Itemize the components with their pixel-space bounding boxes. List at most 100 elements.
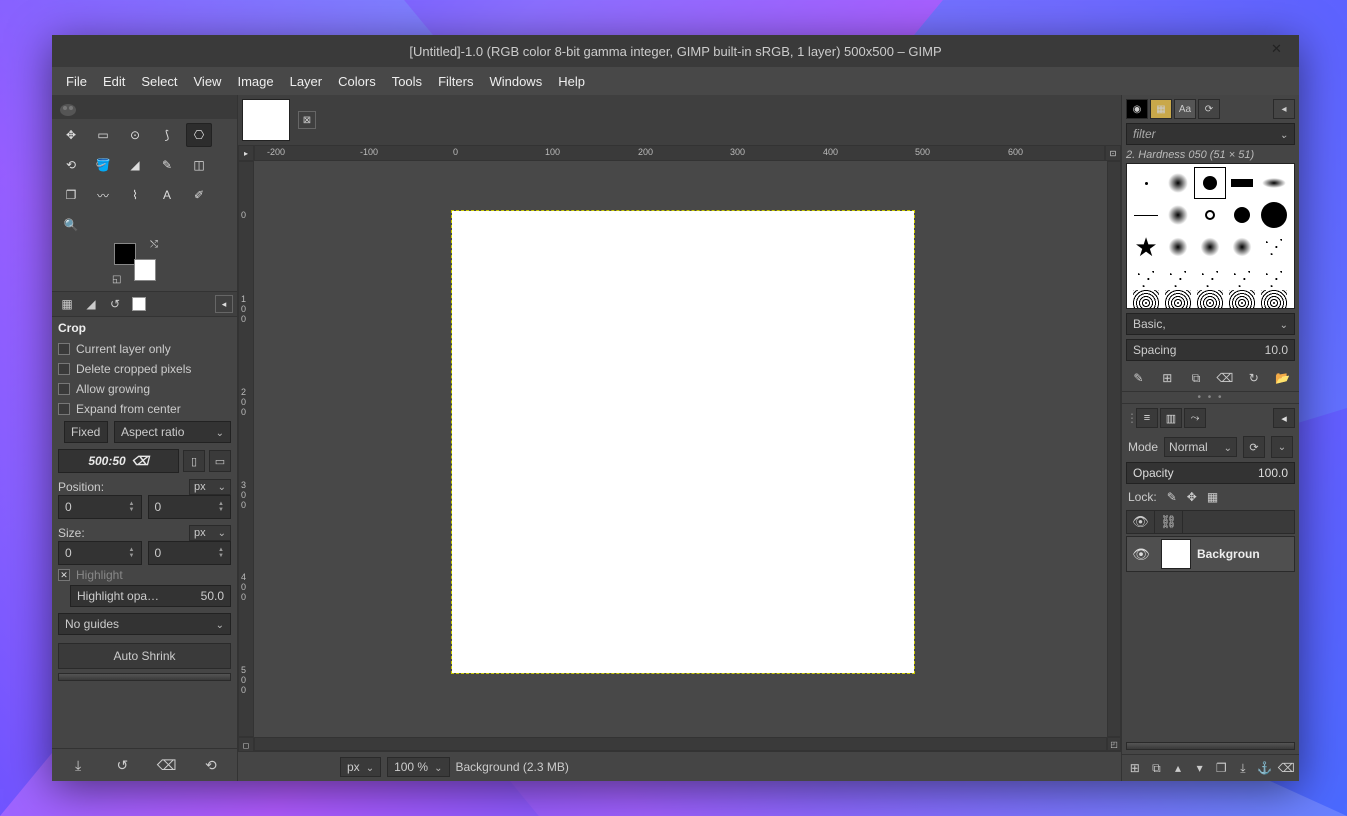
menu-colors[interactable]: Colors bbox=[330, 70, 384, 93]
position-x-input[interactable]: 0▲▼ bbox=[58, 495, 142, 519]
aspect-value-input[interactable]: 500:50⌫ bbox=[58, 449, 179, 473]
brush-item[interactable] bbox=[1227, 296, 1257, 309]
navigation-icon[interactable]: ◰ bbox=[1107, 737, 1121, 751]
current-layer-only-checkbox[interactable] bbox=[58, 343, 70, 355]
aspect-mode-dropdown[interactable]: Aspect ratio bbox=[114, 421, 231, 443]
options-scrollbar[interactable] bbox=[58, 673, 231, 681]
edit-brush-icon[interactable]: ✎ bbox=[1128, 369, 1148, 387]
configure-tab-icon[interactable]: ◂ bbox=[215, 295, 233, 313]
brush-preset-dropdown[interactable]: Basic, bbox=[1126, 313, 1295, 335]
position-unit-dropdown[interactable]: px bbox=[189, 479, 231, 495]
landscape-icon[interactable]: ▭ bbox=[209, 450, 231, 472]
clone-tool-icon[interactable]: ❐ bbox=[58, 183, 84, 207]
images-tab-icon[interactable] bbox=[128, 294, 150, 314]
move-tool-icon[interactable]: ✥ bbox=[58, 123, 84, 147]
duplicate-brush-icon[interactable]: ⧉ bbox=[1186, 369, 1206, 387]
brush-filter-input[interactable]: filter bbox=[1126, 123, 1295, 145]
vertical-ruler[interactable]: 0 1 0 0 2 0 0 3 0 0 4 0 0 5 0 0 bbox=[238, 161, 254, 737]
configure-brushes-tab-icon[interactable]: ◂ bbox=[1273, 99, 1295, 119]
size-h-input[interactable]: 0▲▼ bbox=[148, 541, 232, 565]
menu-view[interactable]: View bbox=[186, 70, 230, 93]
brush-item[interactable] bbox=[1227, 232, 1257, 262]
mode-dropdown[interactable]: Normal bbox=[1164, 437, 1237, 457]
rect-select-tool-icon[interactable]: ▭ bbox=[90, 123, 116, 147]
brush-grid[interactable]: ★ bbox=[1126, 163, 1295, 309]
foreground-color[interactable] bbox=[114, 243, 136, 265]
position-y-input[interactable]: 0▲▼ bbox=[148, 495, 232, 519]
brush-item[interactable]: ★ bbox=[1131, 232, 1161, 262]
canvas-viewport[interactable] bbox=[254, 161, 1107, 737]
panel-drag-handle[interactable]: • • • bbox=[1122, 392, 1299, 403]
delete-cropped-checkbox[interactable] bbox=[58, 363, 70, 375]
canvas[interactable] bbox=[452, 211, 914, 673]
new-brush-icon[interactable]: ⊞ bbox=[1157, 369, 1177, 387]
delete-brush-icon[interactable]: ⌫ bbox=[1215, 369, 1235, 387]
eraser-tool-icon[interactable]: ◫ bbox=[186, 153, 212, 177]
close-document-icon[interactable]: ⊠ bbox=[298, 111, 316, 129]
layer-visibility-icon[interactable]: 👁 bbox=[1127, 546, 1155, 563]
brush-item[interactable] bbox=[1195, 296, 1225, 309]
vertical-scrollbar[interactable] bbox=[1107, 161, 1121, 737]
expand-center-checkbox[interactable] bbox=[58, 403, 70, 415]
layer-list-empty[interactable] bbox=[1122, 572, 1299, 738]
guides-dropdown[interactable]: No guides bbox=[58, 613, 231, 635]
link-header-icon[interactable]: ⛓ bbox=[1155, 511, 1183, 533]
new-layer-icon[interactable]: ⊞ bbox=[1126, 759, 1144, 777]
mode-switch-icon[interactable]: ⟳ bbox=[1243, 436, 1265, 458]
device-status-tab-icon[interactable]: ◢ bbox=[80, 294, 102, 314]
tool-options-tab-icon[interactable]: ▦ bbox=[56, 294, 78, 314]
swap-colors-icon[interactable]: ⤭ bbox=[150, 239, 158, 250]
menu-image[interactable]: Image bbox=[229, 70, 281, 93]
brush-spacing-input[interactable]: Spacing10.0 bbox=[1126, 339, 1295, 361]
brush-item[interactable] bbox=[1131, 168, 1161, 198]
fg-bg-color[interactable]: ⤭ ◱ bbox=[114, 243, 156, 281]
brush-item[interactable] bbox=[1227, 168, 1257, 198]
delete-layer-icon[interactable]: ⌫ bbox=[1277, 759, 1295, 777]
brush-item-selected[interactable] bbox=[1195, 168, 1225, 198]
menu-layer[interactable]: Layer bbox=[282, 70, 331, 93]
menu-tools[interactable]: Tools bbox=[384, 70, 430, 93]
layer-row[interactable]: 👁 Backgroun bbox=[1126, 536, 1295, 572]
lower-layer-icon[interactable]: ▾ bbox=[1191, 759, 1209, 777]
brush-item[interactable] bbox=[1163, 296, 1193, 309]
auto-shrink-button[interactable]: Auto Shrink bbox=[58, 643, 231, 669]
smudge-tool-icon[interactable]: 〰 bbox=[90, 183, 116, 207]
lock-position-icon[interactable]: ✥ bbox=[1187, 490, 1197, 504]
document-tab-thumb[interactable] bbox=[242, 99, 290, 141]
fuzzy-select-tool-icon[interactable]: ⟆ bbox=[154, 123, 180, 147]
zoom-dropdown[interactable]: 100 % bbox=[387, 757, 449, 777]
brush-item[interactable] bbox=[1259, 296, 1289, 309]
zoom-tool-icon[interactable]: 🔍 bbox=[58, 213, 84, 237]
document-history-tab-icon[interactable]: ⟳ bbox=[1198, 99, 1220, 119]
brush-item[interactable] bbox=[1163, 168, 1193, 198]
patterns-tab-icon[interactable]: ▦ bbox=[1150, 99, 1172, 119]
layers-tab-icon[interactable]: ≡ bbox=[1136, 408, 1158, 428]
fonts-tab-icon[interactable]: Aa bbox=[1174, 99, 1196, 119]
ruler-corner-toggle[interactable]: ▸ bbox=[238, 145, 254, 161]
open-brush-icon[interactable]: 📂 bbox=[1273, 369, 1293, 387]
raise-layer-icon[interactable]: ▴ bbox=[1169, 759, 1187, 777]
restore-preset-icon[interactable]: ↺ bbox=[111, 755, 133, 775]
brush-item[interactable] bbox=[1131, 296, 1161, 309]
transform-tool-icon[interactable]: ⟲ bbox=[58, 153, 84, 177]
anchor-layer-icon[interactable]: ⚓ bbox=[1256, 759, 1274, 777]
layers-scrollbar[interactable] bbox=[1126, 742, 1295, 750]
text-tool-icon[interactable]: A bbox=[154, 183, 180, 207]
refresh-brush-icon[interactable]: ↻ bbox=[1244, 369, 1264, 387]
gradient-tool-icon[interactable]: ◢ bbox=[122, 153, 148, 177]
size-w-input[interactable]: 0▲▼ bbox=[58, 541, 142, 565]
reset-preset-icon[interactable]: ⟲ bbox=[200, 755, 222, 775]
undo-history-tab-icon[interactable]: ↺ bbox=[104, 294, 126, 314]
menu-edit[interactable]: Edit bbox=[95, 70, 133, 93]
background-color[interactable] bbox=[134, 259, 156, 281]
highlight-checkbox[interactable]: ✕ bbox=[58, 569, 70, 581]
brush-item[interactable] bbox=[1259, 232, 1289, 262]
brush-item[interactable] bbox=[1195, 200, 1225, 230]
brush-item[interactable] bbox=[1259, 168, 1289, 198]
bucket-fill-tool-icon[interactable]: 🪣 bbox=[90, 153, 116, 177]
zoom-corner-icon[interactable]: ⊡ bbox=[1105, 145, 1121, 161]
save-preset-icon[interactable]: ⤓ bbox=[67, 755, 89, 775]
free-select-tool-icon[interactable]: ⊙ bbox=[122, 123, 148, 147]
menu-help[interactable]: Help bbox=[550, 70, 593, 93]
menu-windows[interactable]: Windows bbox=[481, 70, 550, 93]
